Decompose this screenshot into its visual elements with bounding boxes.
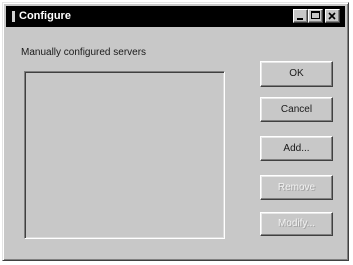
server-list[interactable] (24, 71, 225, 239)
maximize-icon (311, 11, 320, 19)
ok-button[interactable]: OK (260, 61, 333, 87)
configure-dialog: Configure Manually configured servers OK… (2, 2, 349, 261)
maximize-button[interactable] (308, 9, 323, 23)
close-icon (328, 12, 336, 20)
window-title: Configure (19, 10, 71, 22)
minimize-button[interactable] (293, 9, 308, 23)
close-button[interactable] (325, 9, 340, 23)
title-bar[interactable]: Configure (6, 6, 345, 27)
servers-label: Manually configured servers (21, 47, 147, 58)
app-icon (12, 11, 15, 22)
cancel-button[interactable]: Cancel (260, 97, 333, 122)
add-button[interactable]: Add... (260, 136, 333, 161)
remove-button[interactable]: Remove (260, 175, 333, 200)
modify-button[interactable]: Modify... (260, 212, 333, 236)
minimize-icon (297, 18, 303, 20)
